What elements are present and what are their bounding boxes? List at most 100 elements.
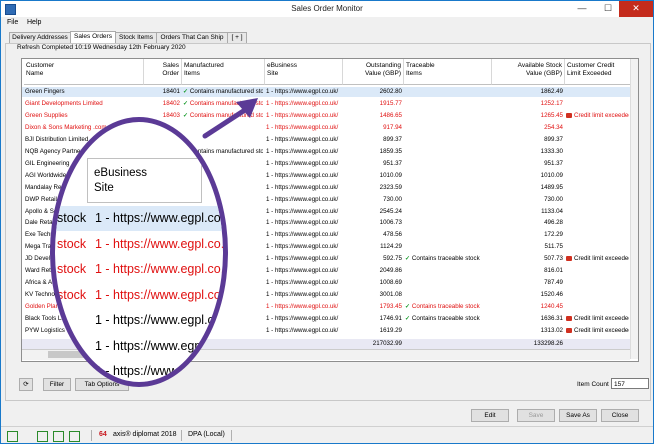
cell-text: Contains manufactured stock	[189, 147, 263, 155]
column-header[interactable]: Manufactured Items	[182, 59, 265, 85]
cell-text: 1859.35	[379, 147, 402, 155]
cell-text: 899.37	[544, 135, 563, 143]
database-instance: DPA (Local)	[188, 431, 225, 438]
cell-site: 1 - https://www.egpl.co.uk/	[266, 111, 341, 121]
status-bar: 64 axis® diplomat 2018 DPA (Local)	[1, 426, 653, 443]
credit-warning-icon	[566, 256, 572, 262]
magnified-site: 1 - https://www.egpl.co.uk/	[95, 236, 228, 251]
status-separator	[91, 430, 92, 441]
copy-icon[interactable]	[53, 431, 64, 442]
cell-text: 1 - https://www.egpl.co.uk/	[266, 195, 339, 203]
cell-text: 1133.04	[541, 207, 563, 215]
save-button[interactable]: Save	[517, 409, 555, 422]
refresh-icon[interactable]: ⟳	[19, 378, 33, 391]
cell-outstanding: 1619.29	[344, 326, 402, 336]
tab-add[interactable]: [ + ]	[227, 32, 247, 43]
column-header[interactable]: Outstanding Value (GBP)	[343, 59, 404, 85]
cell-traceable: ✓ Contains traceable stock	[405, 302, 490, 312]
cell-site: 1 - https://www.egpl.co.uk/	[266, 183, 341, 193]
cell-site: 1 - https://www.egpl.co.uk/	[266, 218, 341, 228]
column-header[interactable]: Customer Name	[24, 59, 144, 85]
magnified-row: ck 1 - https://www.egpl.co.uk/	[55, 334, 223, 359]
column-header[interactable]: eBusiness Site	[265, 59, 343, 85]
tab-strip: Delivery Addresses Sales Orders Stock It…	[1, 30, 653, 43]
close-button[interactable]: Close	[601, 409, 639, 422]
status-separator	[231, 430, 232, 441]
cell-outstanding: 1486.65	[344, 111, 402, 121]
cell-text: 1746.91	[379, 315, 402, 323]
item-count-field[interactable]: 157	[611, 378, 649, 389]
credit-warning-icon	[566, 327, 572, 333]
vertical-scrollbar[interactable]	[630, 59, 638, 359]
total-outstanding: 217032.99	[372, 340, 402, 347]
column-header[interactable]: Customer Credit Limit Exceeded	[565, 59, 631, 85]
tab-delivery-addresses[interactable]: Delivery Addresses	[9, 32, 71, 43]
checkmark-icon: ✓	[183, 111, 190, 119]
cell-order: 18401	[145, 87, 180, 97]
cell-text: 1 - https://www.egpl.co.uk/	[266, 267, 339, 275]
edit-button[interactable]: Edit	[471, 409, 509, 422]
cell-outstanding: 3001.08	[344, 290, 402, 300]
title-bar: Sales Order Monitor — ☐ ✕	[1, 1, 653, 17]
column-header[interactable]: Sales Order	[144, 59, 182, 85]
magnifier-column-header: eBusiness Site	[87, 158, 202, 203]
cell-outstanding: 2049.86	[344, 266, 402, 276]
cell-outstanding: 2545.24	[344, 207, 402, 217]
cell-text: 1 - https://www.egpl.co.uk/	[266, 315, 339, 323]
cell-site: 1 - https://www.egpl.co.uk/	[266, 230, 341, 240]
close-icon[interactable]: ✕	[619, 1, 653, 17]
magnified-row: stock 1 - https://www.egpl.co.uk/	[55, 257, 223, 282]
cell-text: Credit limit exceeded	[574, 111, 629, 119]
magnified-row: 1 - https://www.egpl.co.uk/	[55, 308, 228, 333]
cell-available: 1862.49	[493, 87, 563, 97]
cell-text: Credit limit exceeded	[574, 315, 629, 323]
menu-file[interactable]: File	[7, 19, 18, 26]
table-row[interactable]: Green Supplies 18403 ✓ Contains manufactur…	[22, 111, 638, 121]
cell-manufactured: ✓ Contains manufactured stock	[183, 87, 263, 97]
cell-site: 1 - https://www.egpl.co.uk/	[266, 135, 341, 145]
refresh-status: Refresh Completed 10:19 Wednesday 12th F…	[17, 44, 186, 51]
cell-text: 1 - https://www.egpl.co.uk/	[266, 147, 339, 155]
table-row[interactable]: Green Fingers 18401 ✓ Contains manufacture…	[22, 87, 638, 98]
maximize-icon[interactable]: ☐	[595, 1, 621, 17]
credit-warning-icon	[566, 112, 572, 118]
cell-text: 1489.95	[540, 183, 563, 191]
cell-site: 1 - https://www.egpl.co.uk/	[266, 266, 341, 276]
magnified-site: 1 - https://www.egpl.co.uk/	[95, 313, 228, 327]
cell-available: 511.75	[493, 242, 563, 252]
tab-sales-orders[interactable]: Sales Orders	[70, 31, 116, 43]
cell-text: Giant Developments Limited	[25, 99, 103, 107]
magnified-site: 1 - https://www.egpl.co.uk/	[95, 211, 228, 225]
cell-available: 730.00	[493, 195, 563, 205]
tab-stock-items[interactable]: Stock Items	[115, 32, 157, 43]
column-header[interactable]: Traceable Items	[404, 59, 492, 85]
menu-help[interactable]: Help	[27, 19, 41, 26]
cell-site: 1 - https://www.egpl.co.uk/	[266, 254, 341, 264]
cell-site: 1 - https://www.egpl.co.uk/	[266, 123, 341, 133]
cell-text: 917.94	[383, 123, 402, 131]
column-header[interactable]: Available Stock Value (GBP)	[492, 59, 565, 85]
cell-text: Contains manufactured stock	[189, 99, 263, 107]
save-as-button[interactable]: Save As	[559, 409, 597, 422]
credit-warning-icon	[566, 315, 572, 321]
checklist-icon[interactable]	[69, 431, 80, 442]
cell-available: 1489.95	[493, 183, 563, 193]
tab-orders-that-can-ship[interactable]: Orders That Can Ship	[156, 32, 228, 43]
cell-outstanding: 1915.77	[344, 99, 402, 109]
cell-site: 1 - https://www.egpl.co.uk/	[266, 99, 341, 109]
cell-site: 1 - https://www.egpl.co.uk/	[266, 159, 341, 169]
minimize-icon[interactable]: —	[569, 1, 595, 17]
magnified-site: 1 - https://www.egpl.co.uk/	[95, 287, 228, 302]
home-icon[interactable]	[7, 431, 18, 442]
cell-text: 1008.69	[379, 279, 402, 287]
cell-text: Green Supplies	[25, 111, 68, 119]
cell-text: 1124.29	[380, 243, 402, 251]
cell-text: 1265.45	[540, 111, 563, 119]
cell-outstanding: 2602.80	[344, 87, 402, 97]
table-row[interactable]: Giant Developments Limited 18402 ✓ Contain…	[22, 99, 638, 109]
cell-text: 1862.49	[540, 88, 563, 95]
cell-text: 2323.59	[379, 183, 402, 191]
cell-text: 1915.77	[379, 99, 402, 107]
refresh-status-icon[interactable]	[37, 431, 48, 442]
cell-available: 507.73	[493, 254, 563, 264]
